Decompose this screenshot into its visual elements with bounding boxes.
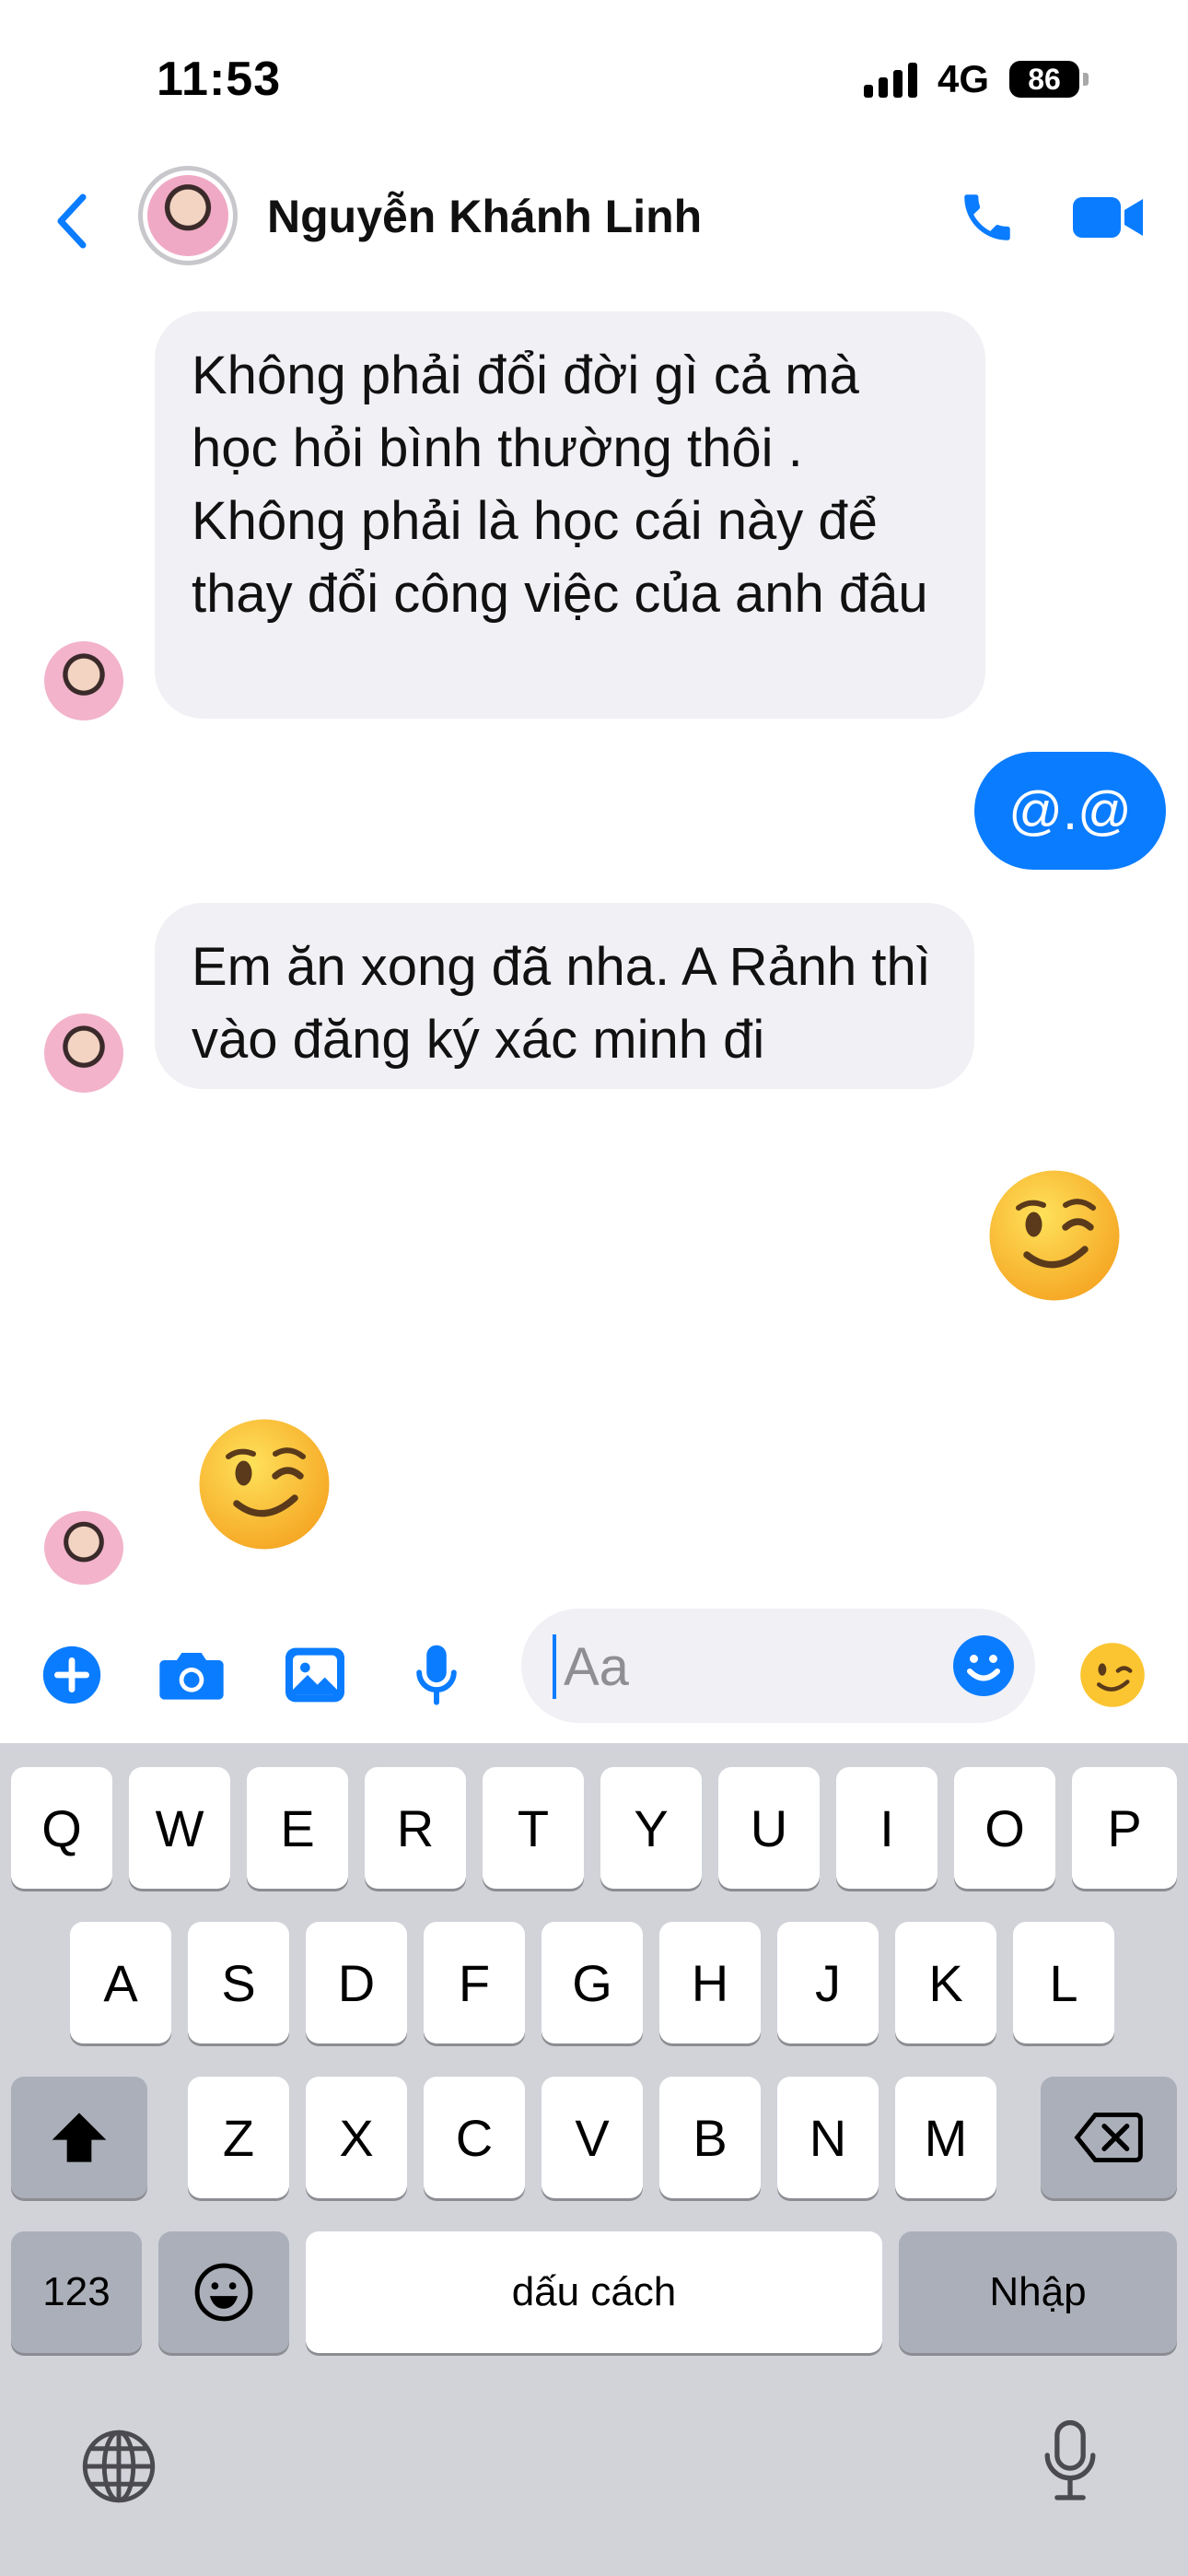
winking-face-icon [1080, 1643, 1145, 1707]
text-caret [553, 1634, 556, 1699]
key-a[interactable]: A [70, 1922, 171, 2043]
back-button[interactable] [44, 184, 99, 258]
contact-name[interactable]: Nguyễn Khánh Linh [267, 190, 702, 243]
microphone-icon [1044, 2419, 1096, 2500]
sender-avatar[interactable] [44, 641, 123, 720]
globe-icon [82, 2430, 156, 2503]
voice-message-button[interactable] [402, 1640, 472, 1710]
return-key[interactable]: Nhập [899, 2231, 1177, 2353]
key-l[interactable]: L [1013, 1922, 1114, 2043]
key-m[interactable]: M [895, 2077, 996, 2198]
key-f[interactable]: F [424, 1922, 525, 2043]
status-indicators: 4G 86 [863, 57, 1089, 101]
numbers-key[interactable]: 123 [11, 2231, 142, 2353]
emoji-key[interactable] [158, 2231, 289, 2353]
key-b[interactable]: B [659, 2077, 761, 2198]
emoji-picker-icon[interactable] [950, 1633, 1017, 1699]
quick-reaction-button[interactable] [1077, 1640, 1147, 1710]
battery-level: 86 [1009, 61, 1079, 98]
message-bubble-incoming[interactable]: Em ăn xong đã nha. A Rảnh thì vào đăng k… [155, 903, 974, 1089]
video-camera-icon [1073, 197, 1143, 238]
key-k[interactable]: K [895, 1922, 996, 2043]
winking-face-emoji[interactable] [985, 1166, 1124, 1305]
status-time: 11:53 [157, 53, 282, 106]
microphone-icon [416, 1645, 457, 1705]
camera-button[interactable] [157, 1640, 227, 1710]
phone-icon [964, 194, 1010, 240]
message-bubble-outgoing[interactable]: @.@ [974, 752, 1166, 870]
key-u[interactable]: U [718, 1767, 820, 1889]
key-x[interactable]: X [306, 2077, 407, 2198]
gallery-button[interactable] [280, 1640, 350, 1710]
language-switch-button[interactable] [77, 2425, 160, 2508]
winking-face-emoji[interactable] [195, 1415, 333, 1553]
key-t[interactable]: T [483, 1767, 584, 1889]
chat-header: Nguyễn Khánh Linh [0, 157, 1188, 286]
message-bubble-incoming[interactable]: Không phải đổi đời gì cả mà học hỏi bình… [155, 311, 985, 719]
message-input-placeholder: Aa [564, 1637, 629, 1697]
key-p[interactable]: P [1072, 1767, 1177, 1889]
add-button[interactable] [37, 1640, 107, 1710]
key-s[interactable]: S [188, 1922, 289, 2043]
chevron-left-icon [57, 193, 87, 249]
key-i[interactable]: I [836, 1767, 938, 1889]
key-y[interactable]: Y [600, 1767, 702, 1889]
plus-circle-icon [42, 1645, 101, 1704]
dictation-button[interactable] [1033, 2416, 1107, 2508]
key-g[interactable]: G [542, 1922, 643, 2043]
key-n[interactable]: N [777, 2077, 879, 2198]
key-c[interactable]: C [424, 2077, 525, 2198]
key-h[interactable]: H [659, 1922, 761, 2043]
message-input[interactable]: Aa [521, 1609, 1035, 1723]
key-o[interactable]: O [954, 1767, 1055, 1889]
key-r[interactable]: R [365, 1767, 466, 1889]
sender-avatar[interactable] [44, 1013, 123, 1093]
shift-arrow-icon [52, 2113, 107, 2162]
key-e[interactable]: E [247, 1767, 348, 1889]
contact-avatar[interactable] [138, 166, 238, 265]
key-d[interactable]: D [306, 1922, 407, 2043]
status-bar: 11:53 4G 86 [0, 0, 1188, 157]
key-v[interactable]: V [542, 2077, 643, 2198]
delete-key[interactable] [1041, 2077, 1177, 2198]
signal-icon [863, 61, 917, 98]
keyboard: Q W E R T Y U I O P A S D F G H J K L Z … [0, 1743, 1188, 2576]
backspace-icon [1074, 2113, 1143, 2162]
key-z[interactable]: Z [188, 2077, 289, 2198]
shift-key[interactable] [11, 2077, 147, 2198]
key-j[interactable]: J [777, 1922, 879, 2043]
photo-icon [285, 1647, 344, 1703]
space-key[interactable]: dấu cách [306, 2231, 882, 2353]
voice-call-button[interactable] [950, 181, 1024, 254]
network-type: 4G [937, 57, 989, 100]
emoji-face-icon [194, 2263, 253, 2322]
key-w[interactable]: W [129, 1767, 230, 1889]
camera-icon [159, 1653, 224, 1700]
video-call-button[interactable] [1066, 181, 1149, 254]
key-q[interactable]: Q [11, 1767, 112, 1889]
sender-avatar[interactable] [44, 1511, 123, 1585]
battery-icon: 86 [1009, 61, 1089, 98]
